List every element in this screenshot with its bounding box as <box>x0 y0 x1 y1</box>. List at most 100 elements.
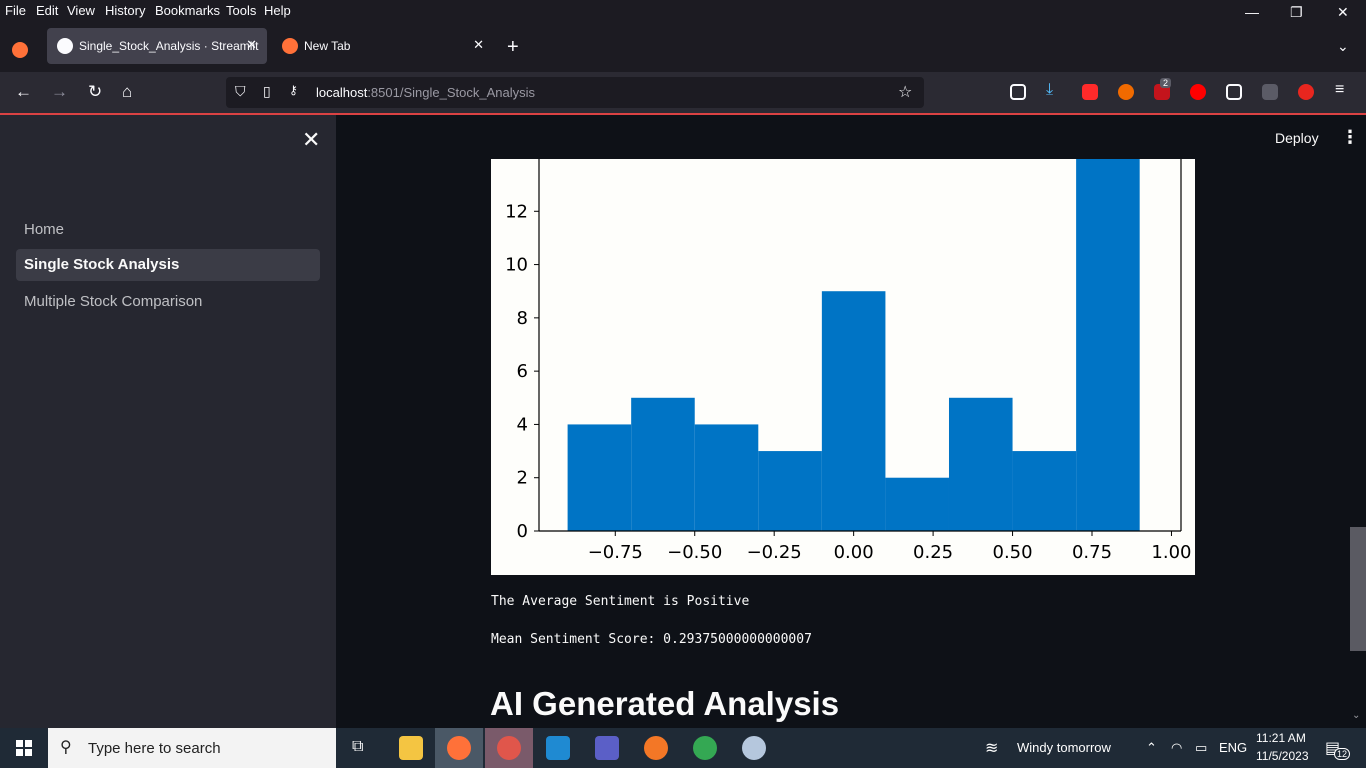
bookmark-star-icon[interactable]: ☆ <box>898 82 912 102</box>
firefox-view-icon[interactable] <box>12 42 28 58</box>
y-tick-label: 6 <box>517 361 528 382</box>
menu-edit[interactable]: Edit <box>36 3 58 18</box>
tab-single-stock-analysis[interactable]: Single_Stock_Analysis · Streamlit ✕ <box>47 28 267 64</box>
y-tick-label: 4 <box>517 414 528 435</box>
page-scrollbar[interactable] <box>1350 527 1366 651</box>
tab-close-icon[interactable]: ✕ <box>473 37 484 53</box>
firefox-favicon-icon <box>282 38 298 54</box>
tab-label: New Tab <box>304 39 351 53</box>
extension-tomato-icon[interactable] <box>1298 84 1314 100</box>
y-tick-label: 8 <box>517 308 528 329</box>
extension-fox-icon[interactable] <box>1118 84 1134 100</box>
battery-icon[interactable]: ▭ <box>1195 740 1207 756</box>
sidebar-item-multiple-stock-comparison[interactable]: Multiple Stock Comparison <box>16 286 320 318</box>
firefox-taskbar-button[interactable] <box>435 728 483 768</box>
home-icon[interactable]: ⌂ <box>122 82 132 102</box>
tab-label: Single_Stock_Analysis · Streamlit <box>79 39 259 53</box>
paint-icon[interactable] <box>742 736 766 760</box>
url-bar[interactable]: ⛉ ▯ ⚷ localhost:8501/Single_Stock_Analys… <box>226 77 924 108</box>
main-menu-kebab-icon[interactable]: ⋮ <box>1341 127 1359 148</box>
extension-play-icon[interactable] <box>1190 84 1206 100</box>
notification-count: 12 <box>1334 748 1351 760</box>
app-sidebar: ✕ Home Single Stock Analysis Multiple St… <box>0 115 336 728</box>
ai-analysis-heading: AI Generated Analysis <box>490 685 840 722</box>
y-tick-label: 10 <box>505 255 528 276</box>
chrome-icon[interactable] <box>693 736 717 760</box>
histogram-bar <box>885 477 949 531</box>
sentiment-histogram-chart: −0.75 −0.50 −0.25 0.00 0.25 0.50 0.75 1.00 0 2 4 6… <box>491 159 1195 575</box>
histogram-svg: −0.75 −0.50 −0.25 0.00 0.25 0.50 0.75 1.00 0 2 4 6… <box>505 159 1192 563</box>
menu-tools[interactable]: Tools <box>226 3 256 18</box>
task-view-icon[interactable]: ⧉ <box>352 738 363 756</box>
deploy-button[interactable]: Deploy <box>1275 130 1319 146</box>
clock-time[interactable]: 11:21 AM <box>1256 731 1306 745</box>
chat-app-icon <box>497 736 521 760</box>
x-tick-label: 0.75 <box>1072 542 1112 563</box>
language-indicator[interactable]: ENG <box>1219 740 1247 755</box>
average-sentiment-text: The Average Sentiment is Positive <box>491 594 750 609</box>
sidebar-item-single-stock-analysis[interactable]: Single Stock Analysis <box>16 249 320 281</box>
menu-help[interactable]: Help <box>264 3 291 18</box>
menu-history[interactable]: History <box>105 3 145 18</box>
pocket-icon[interactable] <box>1010 84 1026 100</box>
extension-reader-icon[interactable] <box>1226 84 1242 100</box>
tab-new-tab[interactable]: New Tab ✕ <box>272 28 494 64</box>
firefox-icon <box>447 736 471 760</box>
search-icon: ⚲ <box>60 739 72 756</box>
forward-icon[interactable]: → <box>51 82 68 102</box>
histogram-bar <box>758 451 822 531</box>
browser-menubar: File Edit View History Bookmarks Tools H… <box>0 0 1366 22</box>
y-tick-label: 12 <box>505 201 528 222</box>
extension-translate-icon[interactable] <box>1262 84 1278 100</box>
window-close-icon[interactable]: ✕ <box>1337 4 1349 21</box>
teams-icon[interactable] <box>595 736 619 760</box>
reload-icon[interactable]: ↻ <box>88 82 102 102</box>
page-info-icon[interactable]: ▯ <box>263 83 271 100</box>
tracking-shield-icon[interactable]: ⛉ <box>235 83 246 100</box>
clock-date[interactable]: 11/5/2023 <box>1256 749 1309 763</box>
list-all-tabs-icon[interactable]: ⌄ <box>1337 38 1349 55</box>
url-text: localhost:8501/Single_Stock_Analysis <box>316 85 535 100</box>
new-tab-plus-icon[interactable]: + <box>507 36 519 59</box>
navigation-bar: ← → ↻ ⌂ ⛉ ▯ ⚷ localhost:8501/Single_Stoc… <box>0 72 1366 113</box>
x-tick-label: 1.00 <box>1151 542 1191 563</box>
restore-icon[interactable]: ❐ <box>1290 4 1303 21</box>
file-explorer-icon[interactable] <box>399 736 423 760</box>
weather-text[interactable]: Windy tomorrow <box>1017 740 1111 755</box>
wifi-icon[interactable]: ◠ <box>1171 740 1182 756</box>
tab-close-icon[interactable]: ✕ <box>246 37 257 53</box>
histogram-bar <box>631 397 695 531</box>
streamlit-favicon-icon <box>57 38 73 54</box>
back-icon[interactable]: ← <box>15 82 32 102</box>
histogram-bar <box>567 424 632 531</box>
taskbar-search-box[interactable]: ⚲ Type here to search <box>48 728 336 768</box>
x-tick-label: −0.25 <box>747 542 802 563</box>
jupyter-icon[interactable] <box>644 736 668 760</box>
windows-start-icon[interactable] <box>16 740 32 756</box>
x-tick-label: 0.00 <box>834 542 874 563</box>
downloads-icon[interactable]: ⤓ <box>1046 81 1053 99</box>
x-tick-label: −0.50 <box>667 542 722 563</box>
menu-bookmarks[interactable]: Bookmarks <box>155 3 220 18</box>
app-taskbar-button[interactable] <box>485 728 533 768</box>
tray-chevron-icon[interactable]: ⌃ <box>1146 740 1157 756</box>
y-tick-label: 0 <box>517 521 528 542</box>
x-tick-label: 0.50 <box>993 542 1033 563</box>
menu-file[interactable]: File <box>5 3 26 18</box>
permissions-icon[interactable]: ⚷ <box>289 83 298 97</box>
weather-icon: ≋ <box>985 740 999 757</box>
y-tick-label: 2 <box>517 468 528 489</box>
menu-view[interactable]: View <box>67 3 95 18</box>
app-menu-icon[interactable]: ≡ <box>1335 81 1344 99</box>
sidebar-close-icon[interactable]: ✕ <box>302 127 320 153</box>
extension-youtube-icon[interactable] <box>1082 84 1098 100</box>
minimize-icon[interactable]: — <box>1245 4 1259 20</box>
sidebar-item-home[interactable]: Home <box>16 214 320 246</box>
scroll-down-icon[interactable]: ⌄ <box>1352 710 1360 721</box>
mean-sentiment-score-text: Mean Sentiment Score: 0.2937500000000000… <box>491 632 812 647</box>
extension-badge: 2 <box>1160 78 1172 88</box>
histogram-bar <box>821 291 886 531</box>
vscode-icon[interactable] <box>546 736 570 760</box>
histogram-bar <box>1076 159 1140 531</box>
windows-taskbar: ⚲ Type here to search ⧉ ≋ Windy tomorrow… <box>0 728 1366 768</box>
